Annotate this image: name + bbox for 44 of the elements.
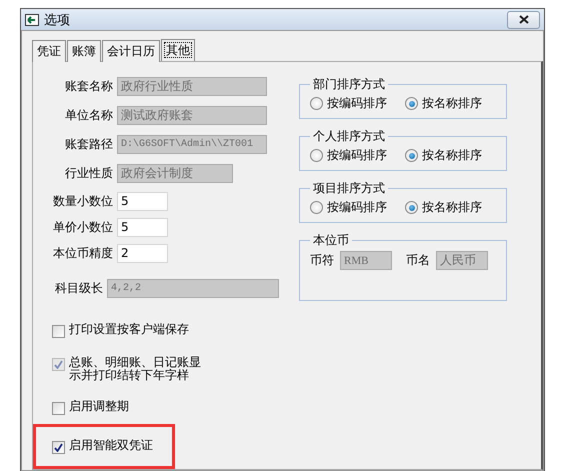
checkbox-label: 启用智能双凭证: [69, 439, 153, 452]
window-title: 选项: [44, 12, 70, 28]
field-label: 数量小数位: [52, 192, 114, 210]
field-label: 单位名称: [64, 107, 114, 124]
radio-label: 按名称排序: [422, 199, 482, 216]
checkbox-label: 启用调整期: [69, 400, 129, 413]
input-field[interactable]: 5: [117, 218, 168, 236]
field-label: 账套路径: [64, 136, 114, 153]
radio-button[interactable]: [405, 97, 418, 110]
field-label: 币名: [406, 252, 430, 269]
radio-button[interactable]: [310, 201, 323, 214]
radio-label: 按编码排序: [327, 95, 387, 112]
radio-label: 按名称排序: [422, 147, 482, 164]
tab[interactable]: 其他: [161, 39, 195, 61]
field-label: 单价小数位: [52, 218, 114, 236]
radio-label: 按名称排序: [422, 95, 482, 112]
checkbox-label: 打印设置按客户端保存: [69, 323, 189, 336]
app-icon: [25, 14, 39, 26]
checkbox[interactable]: [52, 402, 65, 415]
radio-label: 按编码排序: [327, 199, 387, 216]
radio-button[interactable]: [310, 149, 323, 162]
field-label: 币符: [310, 252, 334, 269]
radio-button[interactable]: [405, 149, 418, 162]
field-label: 行业性质: [64, 165, 114, 182]
input-field[interactable]: 5: [117, 192, 168, 210]
field-label: 本位币精度: [52, 244, 114, 262]
tab[interactable]: 会计日历: [102, 40, 160, 62]
group-title: 部门排序方式: [312, 76, 386, 93]
group-title: 项目排序方式: [312, 180, 386, 197]
checkbox[interactable]: [52, 441, 65, 454]
close-icon: [518, 15, 528, 24]
field-label: 科目级长: [54, 280, 104, 296]
radio-button[interactable]: [310, 97, 323, 110]
radio-button[interactable]: [405, 201, 418, 214]
input-field[interactable]: 2: [117, 244, 168, 262]
close-button[interactable]: [507, 10, 540, 28]
field-label: 账套名称: [64, 78, 114, 95]
checkbox[interactable]: [52, 325, 65, 338]
checkbox-label: 总账、明细账、日记账显示并打印结转下年字样: [69, 356, 201, 382]
group-title: 个人排序方式: [312, 128, 386, 145]
group-title: 本位币: [312, 232, 350, 249]
tab[interactable]: 凭证: [32, 40, 66, 62]
tab[interactable]: 账簿: [67, 40, 101, 62]
radio-label: 按编码排序: [327, 147, 387, 164]
